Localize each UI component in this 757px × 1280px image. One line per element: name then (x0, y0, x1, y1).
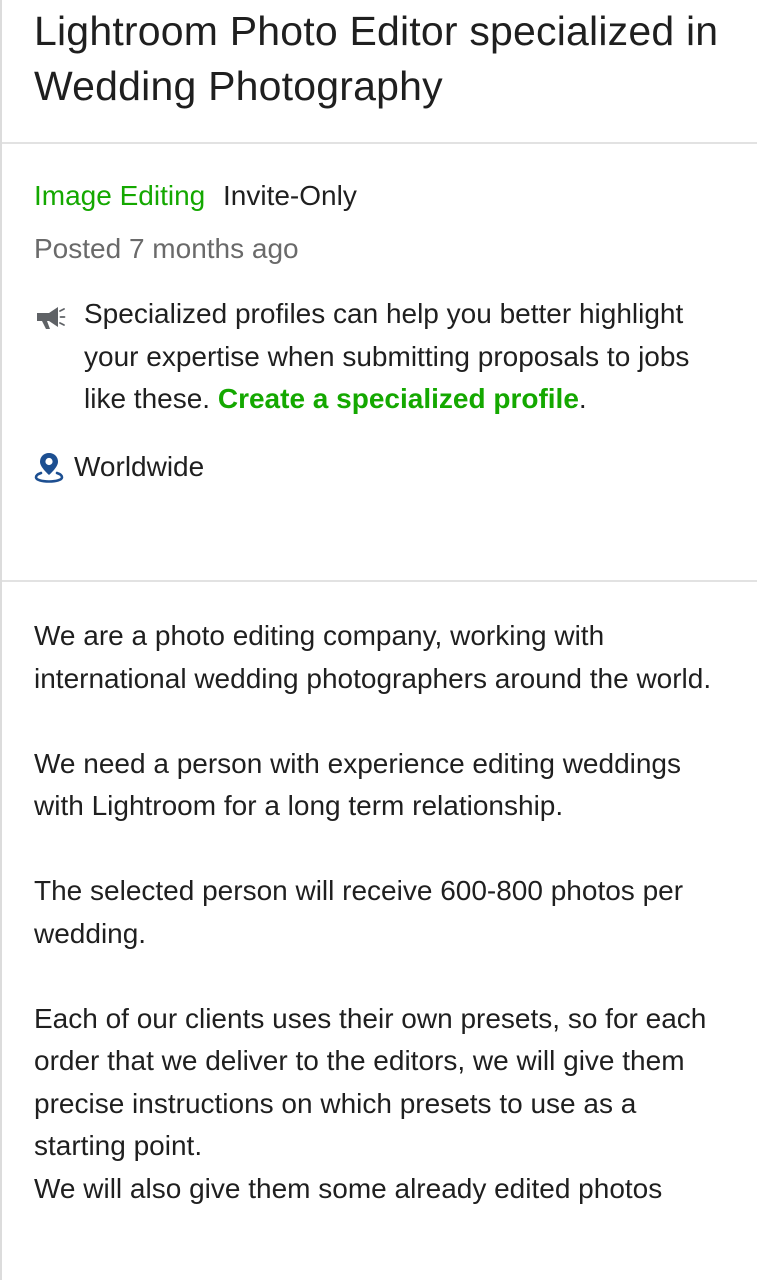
job-tags: Image Editing Invite-Only (34, 178, 727, 214)
job-location: Worldwide (34, 449, 727, 485)
job-meta-section: Image Editing Invite-Only Posted 7 month… (2, 144, 757, 582)
job-details-page: Lightroom Photo Editor specialized in We… (0, 0, 757, 1280)
create-specialized-profile-link[interactable]: Create a specialized profile (218, 383, 579, 414)
job-title: Lightroom Photo Editor specialized in We… (34, 8, 719, 109)
job-description: We are a photo editing company, working … (2, 582, 757, 1210)
job-header: Lightroom Photo Editor specialized in We… (2, 0, 757, 144)
promo-text: Specialized profiles can help you better… (84, 293, 727, 421)
category-link[interactable]: Image Editing (34, 180, 205, 211)
description-paragraph: The selected person will receive 600-800… (34, 875, 684, 949)
specialized-profile-promo: Specialized profiles can help you better… (34, 293, 727, 421)
description-paragraph: We will also give them some already edit… (34, 1172, 663, 1204)
description-paragraph: We need a person with experience editing… (34, 747, 682, 822)
promo-trailing: . (578, 383, 587, 414)
description-paragraph: We are a photo editing company, working … (34, 620, 712, 694)
posted-time: Posted 7 months ago (34, 233, 299, 264)
job-visibility-label: Invite-Only (223, 180, 357, 211)
location-label: Worldwide (74, 450, 205, 482)
location-pin-icon (34, 452, 64, 483)
megaphone-icon (37, 307, 66, 329)
description-paragraph: Each of our clients uses their own prese… (34, 1002, 707, 1162)
